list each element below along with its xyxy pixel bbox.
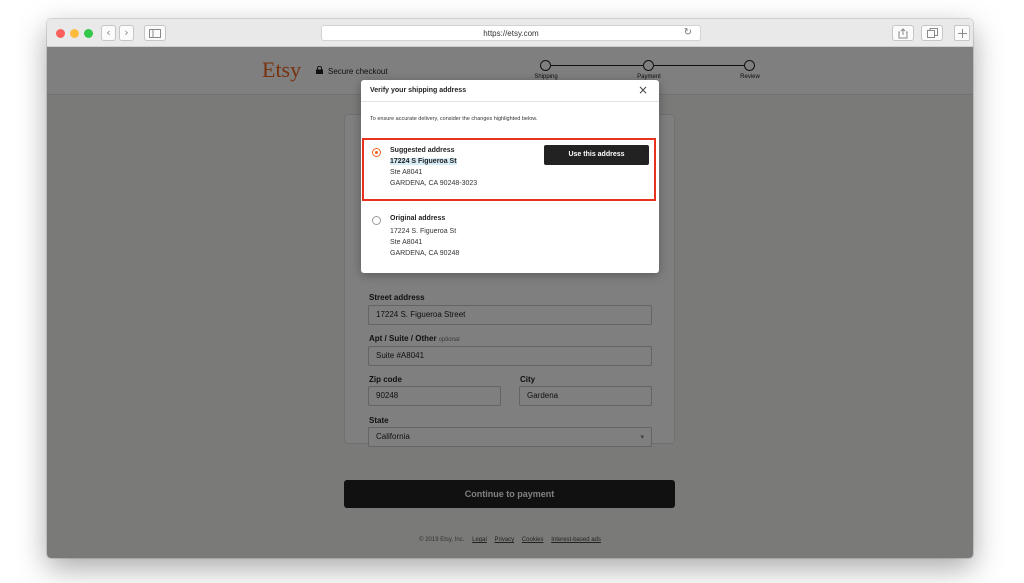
close-icon[interactable]: × — [638, 84, 648, 96]
tabs-button[interactable] — [921, 25, 943, 41]
modal-header: Verify your shipping address × — [361, 80, 659, 102]
original-address-line2: Ste A8041 — [390, 239, 423, 246]
browser-window: ‹ › https://etsy.com ↻ Etsy Secure check… — [47, 19, 973, 558]
browser-toolbar: ‹ › https://etsy.com ↻ — [47, 19, 973, 47]
plus-icon — [957, 29, 967, 38]
close-window-button[interactable] — [56, 29, 65, 38]
modal-title: Verify your shipping address — [370, 87, 467, 94]
suggested-address-line1: 17224 S Figueroa St — [390, 158, 457, 165]
original-address-radio[interactable] — [372, 216, 381, 225]
suggested-address-line2: Ste A8041 — [390, 169, 423, 176]
url-text[interactable]: https://etsy.com — [322, 27, 700, 40]
modal-subtext: To ensure accurate delivery, consider th… — [370, 116, 538, 122]
minimize-window-button[interactable] — [70, 29, 79, 38]
use-this-address-button[interactable]: Use this address — [544, 145, 649, 165]
sidebar-toggle-button[interactable] — [144, 25, 166, 41]
back-button[interactable]: ‹ — [101, 25, 116, 41]
verify-address-modal: Verify your shipping address × To ensure… — [361, 80, 659, 273]
original-address-line3: GARDENA, CA 90248 — [390, 250, 460, 257]
sidebar-icon — [149, 29, 161, 38]
reload-icon[interactable]: ↻ — [684, 26, 692, 40]
suggested-address-radio[interactable] — [372, 148, 381, 157]
forward-button[interactable]: › — [119, 25, 134, 41]
address-bar[interactable]: https://etsy.com ↻ — [321, 25, 701, 41]
original-address-heading[interactable]: Original address — [390, 215, 445, 222]
share-icon — [898, 28, 908, 39]
suggested-address-line3: GARDENA, CA 90248-3023 — [390, 180, 478, 187]
maximize-window-button[interactable] — [84, 29, 93, 38]
new-tab-button[interactable] — [954, 25, 970, 41]
original-address-line1: 17224 S. Figueroa St — [390, 228, 457, 235]
tabs-icon — [926, 28, 938, 38]
suggested-address-heading[interactable]: Suggested address — [390, 147, 455, 154]
share-button[interactable] — [892, 25, 914, 41]
